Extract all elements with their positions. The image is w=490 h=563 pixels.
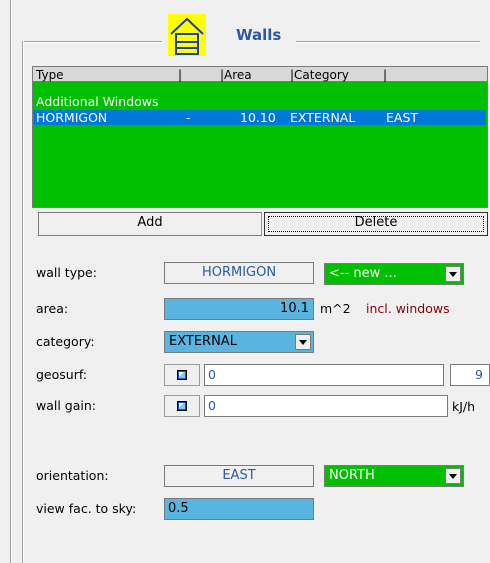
left-divider xyxy=(10,0,12,563)
view-fac-input[interactable]: 0.5 xyxy=(164,498,314,520)
focus-rect xyxy=(268,216,484,232)
column-separator[interactable]: | xyxy=(178,68,182,82)
geosurf-count[interactable]: 9 xyxy=(450,364,490,386)
wall-type-field[interactable]: HORMIGON xyxy=(164,262,314,284)
area-label: area: xyxy=(36,301,69,316)
column-header-category[interactable]: |Category xyxy=(290,68,349,82)
wall-type-label: wall type: xyxy=(36,265,97,280)
list-header: Type | |Area |Category | xyxy=(32,66,488,82)
column-header-type[interactable]: Type xyxy=(36,68,64,82)
wall-gain-unit: kJ/h xyxy=(452,399,476,414)
edit-icon xyxy=(177,401,187,411)
edit-icon xyxy=(177,370,187,380)
column-header-area[interactable]: |Area xyxy=(220,68,252,82)
area-note: incl. windows xyxy=(366,301,450,316)
geosurf-edit-button[interactable] xyxy=(164,364,200,386)
list-item-orientation: EAST xyxy=(386,110,419,125)
wall-gain-input[interactable]: 0 xyxy=(204,395,448,417)
wall-gain-edit-button[interactable] xyxy=(164,395,200,417)
chevron-down-icon[interactable] xyxy=(445,266,461,282)
category-label: category: xyxy=(36,334,95,349)
group-frame-top-left xyxy=(22,41,162,43)
house-garage-icon xyxy=(168,14,206,56)
chevron-down-icon[interactable] xyxy=(445,468,461,484)
list-item[interactable]: Additional Windows xyxy=(34,94,486,109)
column-separator[interactable]: | xyxy=(383,68,387,82)
list-item-category: EXTERNAL xyxy=(290,110,356,125)
list-item-type: HORMIGON xyxy=(36,110,108,125)
category-combo-value: EXTERNAL xyxy=(169,334,237,349)
geosurf-label: geosurf: xyxy=(36,367,88,382)
orientation-label: orientation: xyxy=(36,468,109,483)
list-item-type: Additional Windows xyxy=(36,94,159,109)
list-item-dash: - xyxy=(186,110,191,125)
add-button[interactable]: Add xyxy=(38,212,262,236)
chevron-down-icon[interactable] xyxy=(295,334,311,350)
geosurf-input[interactable]: 0 xyxy=(204,364,444,386)
list-item-area: 10.10 xyxy=(240,110,276,125)
category-combo[interactable]: EXTERNAL xyxy=(164,331,314,353)
wall-type-combo[interactable]: <-- new ... xyxy=(324,263,464,285)
delete-button[interactable]: Delete xyxy=(264,212,488,236)
area-input[interactable]: 10.1 xyxy=(164,298,314,320)
view-fac-label: view fac. to sky: xyxy=(36,501,137,516)
wall-type-combo-value: <-- new ... xyxy=(329,266,397,281)
area-unit: m^2 xyxy=(320,301,351,316)
orientation-combo-value: NORTH xyxy=(329,468,375,483)
wall-gain-label: wall gain: xyxy=(36,398,97,413)
group-title: Walls xyxy=(236,26,282,44)
group-frame-left xyxy=(22,41,24,563)
group-frame-top-right xyxy=(296,41,480,43)
list-item[interactable]: HORMIGON - 10.10 EXTERNAL EAST xyxy=(34,110,486,125)
orientation-combo[interactable]: NORTH xyxy=(324,465,464,487)
orientation-field[interactable]: EAST xyxy=(164,465,314,487)
